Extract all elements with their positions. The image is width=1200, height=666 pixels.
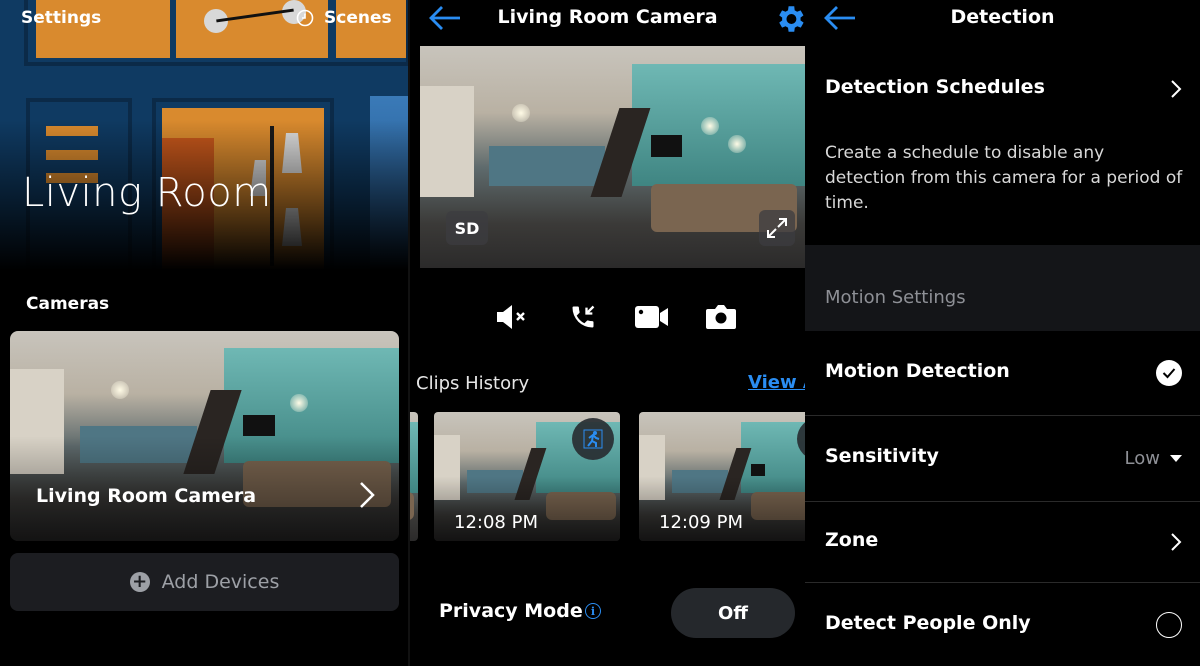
camera-header: Living Room Camera	[410, 0, 805, 44]
detection-title: Detection	[950, 6, 1055, 28]
snapshot-button[interactable]	[703, 300, 739, 334]
camera-thumbnail	[10, 331, 399, 541]
motion-detection-checkbox[interactable]	[1156, 360, 1182, 386]
clip-time: 12:08 PM	[454, 512, 538, 533]
talk-button[interactable]	[565, 300, 601, 334]
privacy-mode-label: Privacy Mode	[439, 600, 583, 622]
detect-people-only-checkbox[interactable]	[1156, 612, 1182, 638]
detect-people-only-row[interactable]: Detect People Only	[805, 583, 1200, 666]
running-person-icon	[583, 429, 603, 449]
caret-down-icon	[1170, 455, 1182, 462]
room-screen: Settings Scenes Living Room Cameras Livi…	[0, 0, 408, 666]
chevron-right-icon	[360, 482, 375, 508]
talk-icon	[572, 305, 595, 328]
privacy-mode-toggle[interactable]: Off	[671, 588, 795, 638]
mute-button[interactable]	[494, 300, 530, 334]
clip-thumbnail[interactable]: 12:08 PM	[434, 412, 620, 541]
detection-schedules-row[interactable]: Detection Schedules	[805, 60, 1200, 118]
motion-detection-label: Motion Detection	[825, 360, 1010, 382]
camera-title: Living Room Camera	[497, 6, 718, 28]
add-devices-button[interactable]: + Add Devices	[10, 553, 399, 611]
record-icon	[635, 306, 668, 328]
room-hero-illustration	[0, 0, 408, 270]
plus-icon: +	[129, 572, 150, 592]
scenes-link[interactable]: Scenes	[296, 8, 392, 28]
clip-thumbnail[interactable]: 12:09 PM	[639, 412, 805, 541]
chevron-right-icon	[1171, 80, 1182, 98]
zone-row[interactable]: Zone	[805, 502, 1200, 583]
camera-controls	[410, 300, 805, 334]
clips-history-label: Clips History	[416, 373, 530, 394]
motion-settings-header: Motion Settings	[805, 245, 1200, 331]
sensitivity-dropdown[interactable]: Low	[1125, 448, 1182, 469]
zone-label: Zone	[825, 529, 879, 551]
checkmark-icon	[1162, 368, 1176, 379]
gear-icon[interactable]	[773, 2, 805, 36]
view-all-link[interactable]: View All	[748, 372, 805, 393]
settings-link[interactable]: Settings	[21, 8, 101, 28]
snapshot-icon	[706, 305, 736, 329]
info-icon[interactable]: i	[585, 603, 601, 619]
detection-schedules-label: Detection Schedules	[825, 76, 1045, 98]
room-title: Living Room	[22, 170, 272, 216]
camera-card[interactable]: Living Room Camera	[10, 331, 399, 541]
motion-detection-row[interactable]: Motion Detection	[805, 331, 1200, 416]
add-devices-label: Add Devices	[161, 571, 280, 593]
camera-screen: Living Room Camera SD Clips History View…	[410, 0, 805, 666]
expand-icon	[767, 218, 787, 238]
clip-time: 12:09 PM	[659, 512, 743, 533]
quality-badge[interactable]: SD	[446, 211, 488, 245]
detection-screen: Detection Detection Schedules Create a s…	[805, 0, 1200, 666]
sensitivity-row[interactable]: Sensitivity Low	[805, 416, 1200, 502]
clip-thumbnail[interactable]	[410, 412, 418, 541]
live-video-feed[interactable]: SD	[420, 46, 805, 268]
clock-icon	[296, 9, 314, 27]
chevron-right-icon	[1171, 533, 1182, 551]
cameras-section-label: Cameras	[26, 294, 110, 314]
mute-icon	[497, 305, 525, 329]
detection-schedules-description: Create a schedule to disable any detecti…	[825, 143, 1183, 213]
motion-settings-label: Motion Settings	[825, 287, 966, 308]
camera-card-label: Living Room Camera	[36, 485, 257, 507]
fullscreen-button[interactable]	[759, 210, 795, 246]
sensitivity-value: Low	[1124, 448, 1160, 469]
detect-people-only-label: Detect People Only	[825, 612, 1031, 634]
motion-event-badge	[572, 418, 614, 460]
scenes-label: Scenes	[324, 8, 392, 28]
sensitivity-label: Sensitivity	[825, 445, 939, 467]
record-button[interactable]	[634, 300, 670, 334]
